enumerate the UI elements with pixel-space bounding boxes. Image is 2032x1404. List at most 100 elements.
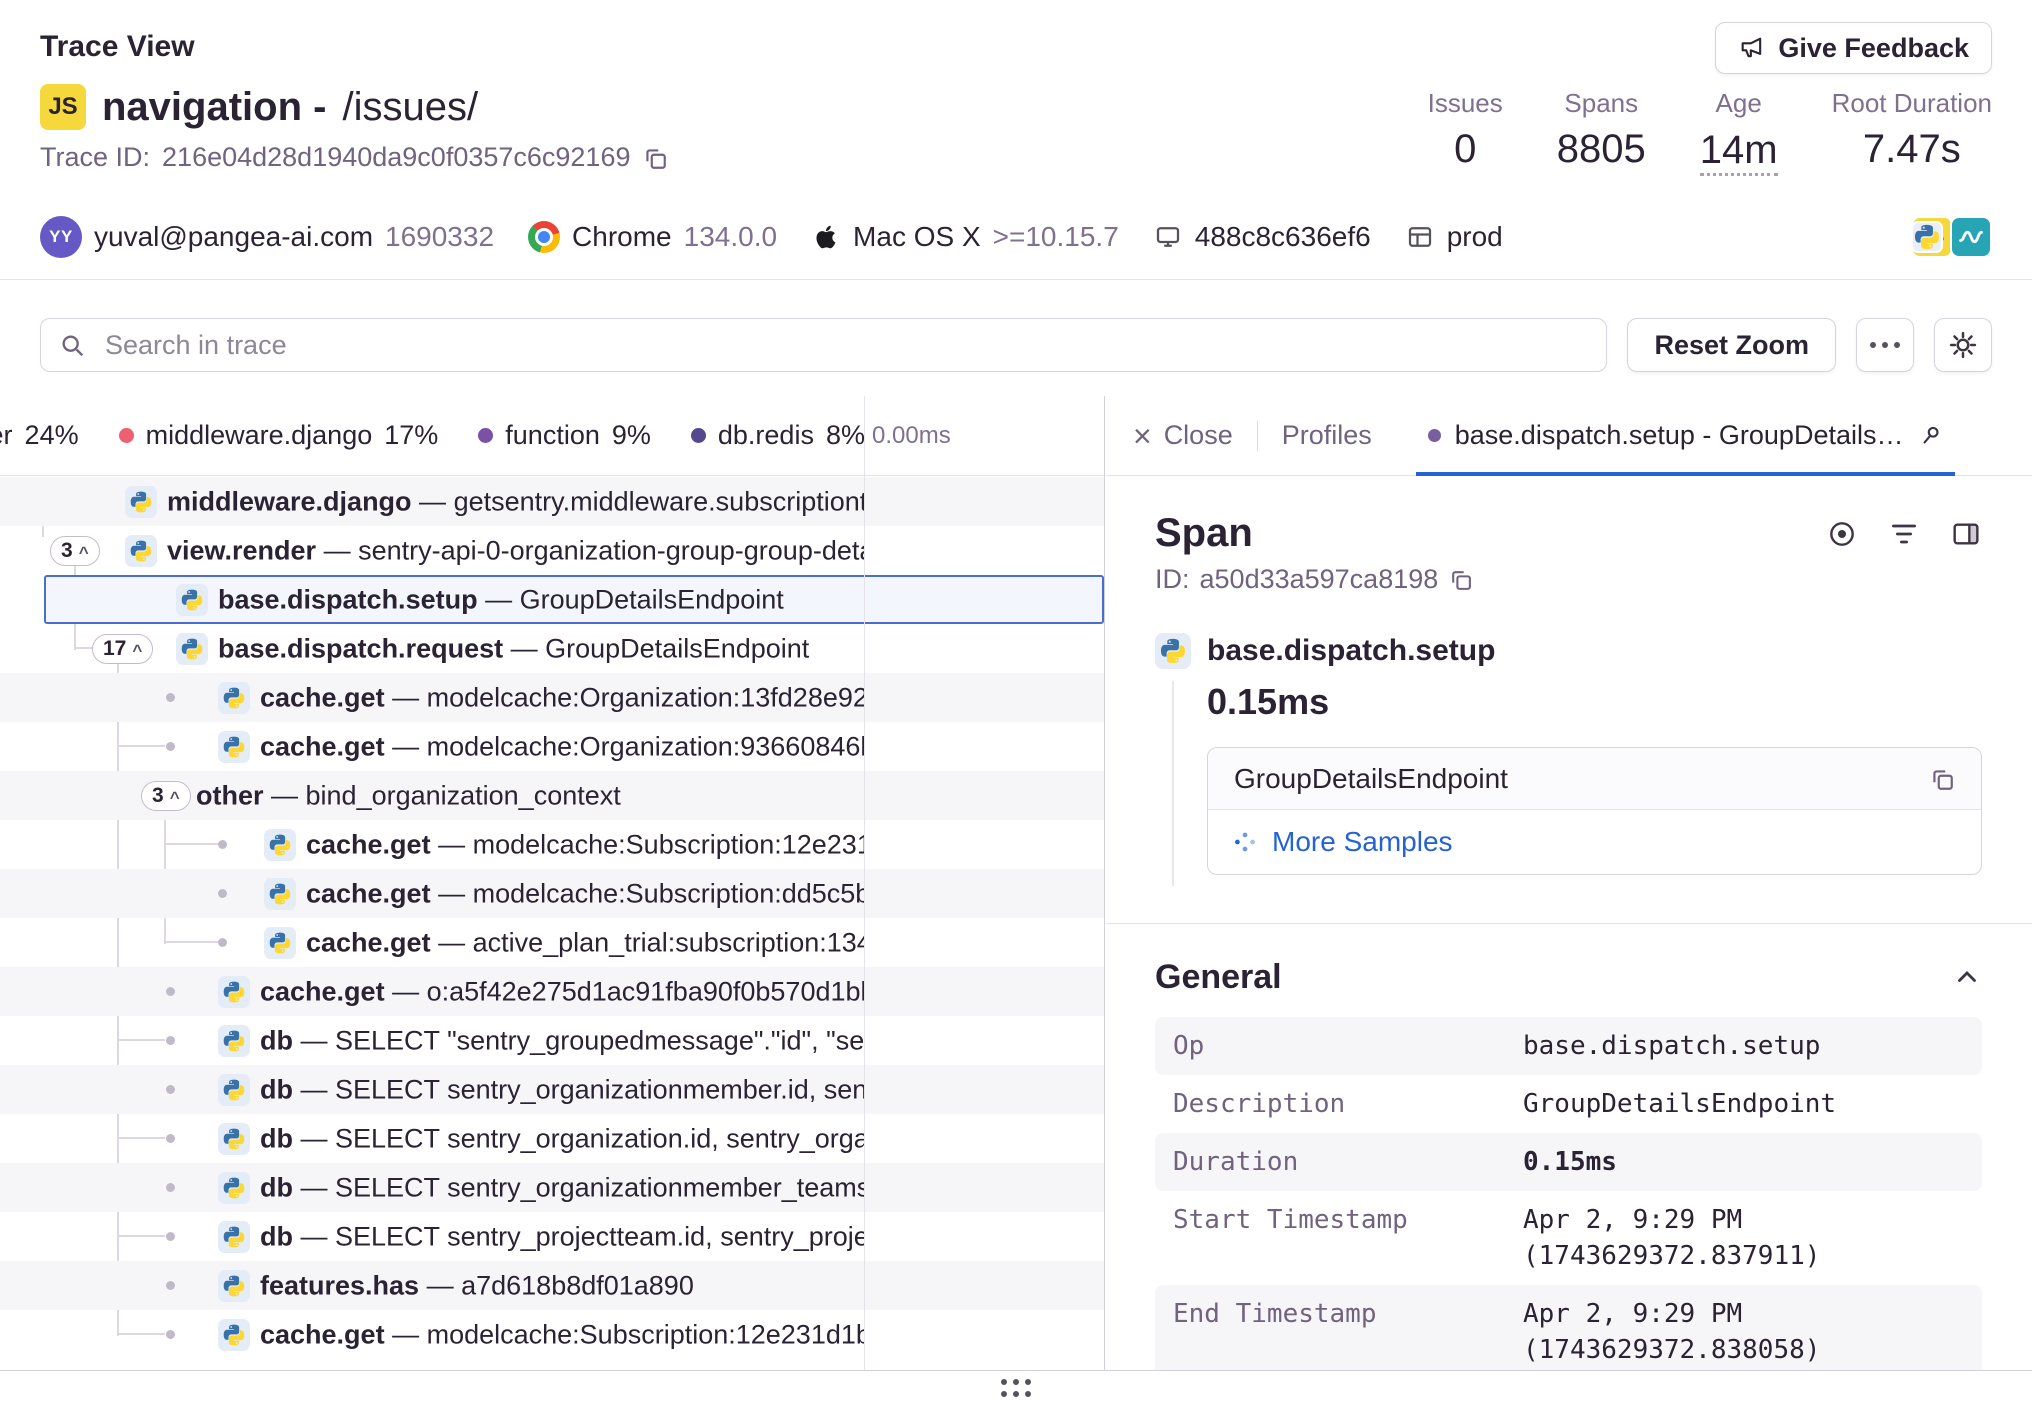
span-row[interactable]: db — SELECT sentry_organizationmember.id… — [0, 1065, 1104, 1114]
search-input[interactable] — [103, 329, 1590, 362]
span-row[interactable]: db — SELECT "sentry_groupedmessage"."id"… — [0, 1016, 1104, 1065]
trace-main: other24%middleware.django17%function9%db… — [0, 396, 2032, 1370]
span-row[interactable]: db — SELECT sentry_projectteam.id, sentr… — [0, 1212, 1104, 1261]
pin-icon[interactable] — [1917, 423, 1943, 449]
stat-root-duration: Root Duration7.47s — [1832, 88, 1992, 176]
general-section-heading: General — [1155, 958, 1282, 997]
trace-project-badges: JS — [1914, 216, 1992, 258]
legend-item: function9% — [478, 420, 651, 451]
drawer-tabs: × Close Profiles base.dispatch.setup - G… — [1105, 396, 2032, 476]
device-icon — [1153, 222, 1183, 252]
span-row-label: features.has — a7d618b8df01a890 — [260, 1270, 694, 1301]
stat-age: Age14m — [1700, 88, 1778, 176]
user-email: yuval@pangea-ai.com — [94, 221, 373, 253]
span-row[interactable]: 17^base.dispatch.request — GroupDetailsE… — [0, 624, 1104, 673]
settings-button[interactable] — [1934, 318, 1992, 372]
span-row-label: cache.get — o:a5f42e275d1ac91fba90f0b570… — [260, 976, 864, 1007]
profiling-project-badge — [1950, 216, 1992, 258]
span-row[interactable]: cache.get — o:a5f42e275d1ac91fba90f0b570… — [0, 967, 1104, 1016]
search-icon — [59, 332, 87, 365]
span-row-label: db — SELECT sentry_projectteam.id, sentr… — [260, 1221, 864, 1252]
span-row-selected[interactable]: base.dispatch.setup — GroupDetailsEndpoi… — [0, 575, 1104, 624]
python-icon — [218, 731, 250, 763]
tree-timeline-divider — [864, 396, 865, 1370]
funnel-icon[interactable] — [1888, 518, 1920, 550]
legend-dot — [691, 428, 706, 443]
more-samples-link[interactable]: More Samples — [1208, 810, 1981, 874]
collapse-count-pill[interactable]: 3^ — [50, 536, 100, 566]
span-tree: middleware.django — getsentry.middleware… — [0, 477, 1104, 1370]
span-row[interactable]: 3^other — bind_organization_context — [0, 771, 1104, 820]
span-row-label: cache.get — modelcache:Subscription:12e2… — [260, 1319, 864, 1350]
environment: prod — [1447, 221, 1503, 253]
platform-js-badge: JS — [40, 84, 86, 130]
search-bar[interactable] — [40, 318, 1607, 372]
more-options-button[interactable] — [1856, 318, 1914, 372]
copy-icon[interactable] — [642, 145, 668, 171]
span-row[interactable]: features.has — a7d618b8df01a890 — [0, 1261, 1104, 1310]
leaf-node-dot — [166, 1036, 175, 1045]
apple-icon — [811, 222, 841, 252]
span-op-dot — [1428, 429, 1441, 442]
panel-layout-icon[interactable] — [1950, 518, 1982, 550]
reset-zoom-button[interactable]: Reset Zoom — [1627, 318, 1836, 372]
span-row-label: cache.get — modelcache:Organization:13fd… — [260, 682, 864, 713]
focus-span-icon[interactable] — [1826, 518, 1858, 550]
give-feedback-button[interactable]: Give Feedback — [1715, 22, 1992, 74]
span-row[interactable]: db — SELECT sentry_organizationmember_te… — [0, 1163, 1104, 1212]
span-row[interactable]: db — SELECT sentry_organization.id, sent… — [0, 1114, 1104, 1163]
span-row[interactable]: middleware.django — getsentry.middleware… — [0, 477, 1104, 526]
span-row[interactable]: cache.get — modelcache:Subscription:12e2… — [0, 1310, 1104, 1359]
os-version: >=10.15.7 — [993, 221, 1119, 253]
legend-item: db.redis8% — [691, 420, 864, 451]
drag-handle[interactable] — [1001, 1379, 1031, 1397]
tab-profiles[interactable]: Profiles — [1266, 420, 1388, 451]
close-drawer-button[interactable]: × Close — [1117, 420, 1249, 452]
python-icon — [218, 1172, 250, 1204]
span-row[interactable]: cache.get — modelcache:Subscription:12e2… — [0, 820, 1104, 869]
drawer-body: Span ID: a50d33a597ca8198 — [1105, 477, 2032, 1370]
transaction-name: navigation - — [102, 85, 326, 130]
span-row[interactable]: cache.get — modelcache:Subscription:dd5c… — [0, 869, 1104, 918]
kv-row-end-timestamp: End TimestampApr 2, 9:29 PM(1743629372.8… — [1155, 1285, 1982, 1370]
kv-row-op: Opbase.dispatch.setup — [1155, 1017, 1982, 1075]
trace-waterfall: other24%middleware.django17%function9%db… — [0, 396, 1104, 1370]
leaf-node-dot — [166, 1330, 175, 1339]
trace-view-header: Trace View Give Feedback JS navigation -… — [0, 0, 2032, 280]
span-row-label: cache.get — modelcache:Subscription:dd5c… — [306, 878, 864, 909]
trace-id-value: 216e04d28d1940da9c0f0357c6c92169 — [162, 142, 630, 173]
python-icon — [264, 829, 296, 861]
collapse-count-pill[interactable]: 3^ — [141, 781, 191, 811]
ellipsis-icon — [1870, 342, 1900, 348]
python-icon — [125, 486, 157, 518]
python-icon — [176, 584, 208, 616]
copy-icon[interactable] — [1929, 766, 1955, 792]
avatar: YY — [40, 216, 82, 258]
span-row[interactable]: cache.get — modelcache:Organization:9366… — [0, 722, 1104, 771]
chevron-up-icon[interactable] — [1952, 963, 1982, 993]
legend-dot — [119, 428, 134, 443]
span-duration: 0.15ms — [1207, 681, 1982, 723]
leaf-node-dot — [166, 1281, 175, 1290]
span-row[interactable]: cache.get — modelcache:Organization:13fd… — [0, 673, 1104, 722]
legend-item: middleware.django17% — [119, 420, 439, 451]
copy-icon[interactable] — [1448, 567, 1473, 592]
browser-name: Chrome — [572, 221, 672, 253]
collapse-count-pill[interactable]: 17^ — [92, 634, 153, 664]
stat-issues: Issues0 — [1428, 88, 1503, 176]
chevron-up-icon: ^ — [170, 788, 180, 808]
leaf-node-dot — [218, 938, 227, 947]
span-row-label: cache.get — modelcache:Organization:9366… — [260, 731, 864, 762]
span-row[interactable]: cache.get — active_plan_trial:subscripti… — [0, 918, 1104, 967]
span-id-value: a50d33a597ca8198 — [1200, 564, 1439, 595]
span-details-drawer: × Close Profiles base.dispatch.setup - G… — [1104, 396, 2032, 1370]
python-icon — [218, 682, 250, 714]
span-row[interactable]: 3^ view.render — sentry-api-0-organizatio… — [0, 526, 1104, 575]
python-icon — [218, 1221, 250, 1253]
tab-active-span[interactable]: base.dispatch.setup - GroupDetails… — [1416, 396, 1956, 475]
span-row-label: view.render — sentry-api-0-organization-… — [167, 535, 864, 566]
span-row-label: base.dispatch.setup — GroupDetailsEndpoi… — [218, 584, 784, 615]
trace-meta-row: YY yuval@pangea-ai.com 1690332 Chrome 13… — [40, 216, 1992, 258]
python-project-badge — [1911, 221, 1943, 253]
leaf-node-dot — [166, 1232, 175, 1241]
